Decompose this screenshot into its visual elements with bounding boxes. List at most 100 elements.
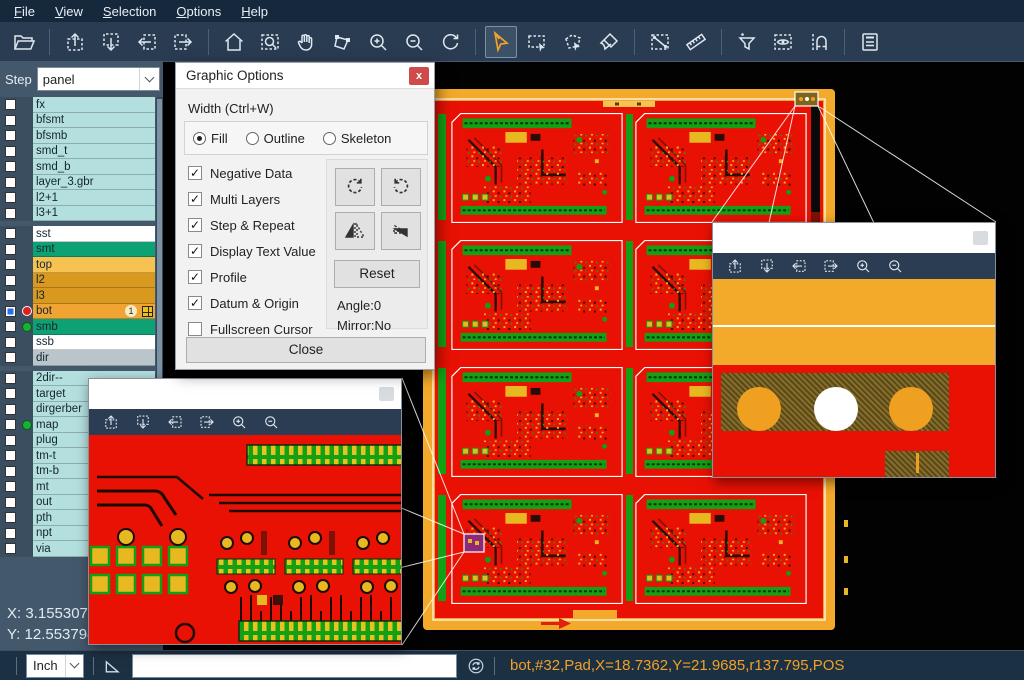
layer-checkbox[interactable]: [5, 481, 16, 492]
checkbox-step-repeat[interactable]: ✓Step & Repeat: [188, 215, 328, 235]
layer-checkbox[interactable]: [5, 435, 16, 446]
shift-up-icon[interactable]: [722, 255, 748, 277]
layer-row-bot[interactable]: bot1: [0, 304, 155, 320]
layer-row-l3+1[interactable]: l3+1: [0, 206, 155, 222]
layer-row-smd_t[interactable]: smd_t: [0, 144, 155, 160]
layer-row-dir[interactable]: dir: [0, 350, 155, 366]
layer-checkbox[interactable]: [5, 290, 16, 301]
layer-row-top[interactable]: top: [0, 257, 155, 273]
shift-left-icon[interactable]: [131, 26, 163, 58]
window-button-icon[interactable]: [379, 387, 394, 401]
zoom-source-rect-top-right[interactable]: [795, 92, 818, 106]
menu-selection[interactable]: Selection: [93, 2, 166, 21]
zoom-in-icon[interactable]: [850, 255, 876, 277]
pan-hand-icon[interactable]: [290, 26, 322, 58]
command-input[interactable]: [132, 654, 457, 678]
radio-fill[interactable]: Fill: [193, 131, 228, 146]
shift-right-icon[interactable]: [194, 411, 220, 433]
filter-icon[interactable]: [731, 26, 763, 58]
display-options-icon[interactable]: [767, 26, 799, 58]
step-dropdown[interactable]: panel: [37, 67, 160, 91]
rect-select-icon[interactable]: [521, 26, 553, 58]
preview-right-titlebar[interactable]: [713, 223, 995, 253]
layer-row-bfsmt[interactable]: bfsmt: [0, 113, 155, 129]
layer-row-smd_b[interactable]: smd_b: [0, 159, 155, 175]
layer-checkbox[interactable]: [5, 275, 16, 286]
layer-checkbox[interactable]: [5, 528, 16, 539]
refresh-icon[interactable]: [467, 657, 485, 675]
shift-right-icon[interactable]: [818, 255, 844, 277]
layer-row-fx[interactable]: fx: [0, 97, 155, 113]
rotate-ccw-button[interactable]: [381, 168, 421, 206]
group-select-icon[interactable]: [557, 26, 589, 58]
clean-brush-icon[interactable]: [593, 26, 625, 58]
unit-dropdown[interactable]: Inch: [26, 654, 84, 678]
layer-checkbox[interactable]: [5, 543, 16, 554]
layer-checkbox[interactable]: [5, 161, 16, 172]
shift-down-icon[interactable]: [95, 26, 127, 58]
radio-outline[interactable]: Outline: [246, 131, 305, 146]
polygon-select-icon[interactable]: [326, 26, 358, 58]
menu-help[interactable]: Help: [231, 2, 278, 21]
layer-checkbox[interactable]: [5, 259, 16, 270]
layer-row-layer_3.gbr[interactable]: layer_3.gbr: [0, 175, 155, 191]
layer-checkbox[interactable]: [5, 352, 16, 363]
mirror-horizontal-button[interactable]: [335, 212, 375, 250]
rotate-cw-button[interactable]: [335, 168, 375, 206]
shift-down-icon[interactable]: [130, 411, 156, 433]
layer-row-smb[interactable]: smb: [0, 319, 155, 335]
layer-checkbox[interactable]: [5, 466, 16, 477]
checkbox-profile[interactable]: ✓Profile: [188, 267, 328, 287]
layer-checkbox[interactable]: [5, 146, 16, 157]
angle-measure-icon[interactable]: [103, 656, 123, 676]
shift-left-icon[interactable]: [786, 255, 812, 277]
layer-checkbox[interactable]: [5, 115, 16, 126]
checkbox-negative-data[interactable]: ✓Negative Data: [188, 163, 328, 183]
zoom-out-icon[interactable]: [258, 411, 284, 433]
zoom-previous-icon[interactable]: [434, 26, 466, 58]
preview-left-content[interactable]: [89, 435, 401, 644]
layer-checkbox[interactable]: [5, 306, 16, 317]
shift-left-icon[interactable]: [162, 411, 188, 433]
menu-options[interactable]: Options: [166, 2, 231, 21]
layer-row-bfsmb[interactable]: bfsmb: [0, 128, 155, 144]
close-button[interactable]: Close: [186, 337, 426, 363]
snap-icon[interactable]: [803, 26, 835, 58]
layer-row-sst[interactable]: sst: [0, 226, 155, 242]
checkbox-fullscreen-cursor[interactable]: Fullscreen Cursor: [188, 319, 328, 339]
layer-checkbox[interactable]: [5, 192, 16, 203]
grid-icon[interactable]: [142, 306, 153, 317]
layer-checkbox[interactable]: [5, 497, 16, 508]
shift-up-icon[interactable]: [98, 411, 124, 433]
shift-up-icon[interactable]: [59, 26, 91, 58]
checkbox-datum-origin[interactable]: ✓Datum & Origin: [188, 293, 328, 313]
layer-checkbox[interactable]: [5, 244, 16, 255]
layer-checkbox[interactable]: [5, 99, 16, 110]
zoom-window-icon[interactable]: [254, 26, 286, 58]
menu-view[interactable]: View: [45, 2, 93, 21]
layer-checkbox[interactable]: [5, 321, 16, 332]
chevron-down-icon[interactable]: [65, 655, 83, 677]
chevron-down-icon[interactable]: [139, 68, 159, 90]
checkbox-multi-layers[interactable]: ✓Multi Layers: [188, 189, 328, 209]
zoom-out-icon[interactable]: [398, 26, 430, 58]
zoom-source-rect-lower-left[interactable]: [464, 534, 484, 552]
zoom-out-icon[interactable]: [882, 255, 908, 277]
reset-button[interactable]: Reset: [334, 260, 420, 288]
zoom-in-icon[interactable]: [362, 26, 394, 58]
shift-right-icon[interactable]: [167, 26, 199, 58]
preview-left-titlebar[interactable]: [89, 379, 401, 409]
layer-row-smt[interactable]: smt: [0, 242, 155, 258]
layer-checkbox[interactable]: [5, 228, 16, 239]
radio-skeleton[interactable]: Skeleton: [323, 131, 392, 146]
dialog-titlebar[interactable]: Graphic Options x: [176, 63, 434, 89]
layer-row-l2[interactable]: l2: [0, 273, 155, 289]
measure-distance-icon[interactable]: [644, 26, 676, 58]
layer-checkbox[interactable]: [5, 373, 16, 384]
menu-file[interactable]: File: [4, 2, 45, 21]
layer-row-l3[interactable]: l3: [0, 288, 155, 304]
layer-checkbox[interactable]: [5, 177, 16, 188]
layer-checkbox[interactable]: [5, 388, 16, 399]
zoom-in-icon[interactable]: [226, 411, 252, 433]
mirror-vertical-button[interactable]: [381, 212, 421, 250]
